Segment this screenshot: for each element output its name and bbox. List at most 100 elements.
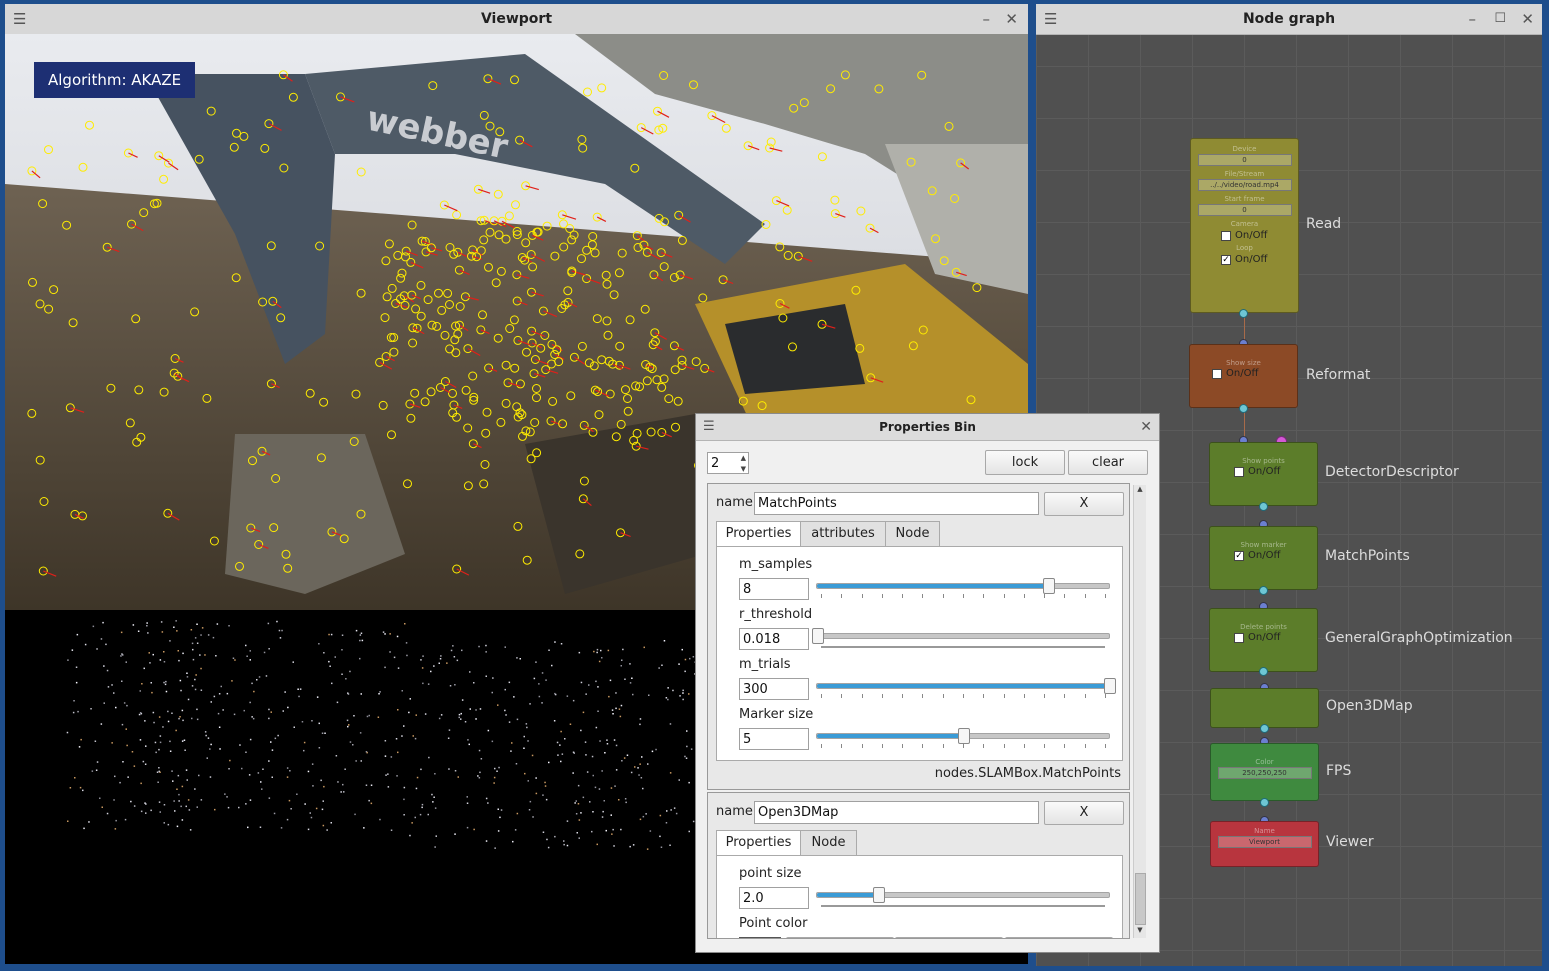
output-port[interactable] — [1239, 404, 1248, 413]
node-open3dmap[interactable] — [1210, 688, 1319, 728]
param-label: Show size — [1226, 359, 1261, 367]
tab-properties[interactable]: Properties — [716, 830, 801, 856]
node-graph-title: Node graph — [1242, 11, 1336, 27]
m-trials-slider[interactable] — [816, 678, 1116, 694]
output-port[interactable] — [1260, 798, 1269, 807]
node-detector-descriptor[interactable]: Show points On/Off — [1209, 442, 1318, 506]
remove-node-button[interactable]: X — [1044, 801, 1124, 825]
m-trials-input[interactable]: 300 — [739, 678, 809, 700]
checkmark-icon[interactable]: ✓ — [1234, 550, 1244, 561]
m-samples-slider[interactable] — [816, 578, 1110, 594]
color-field[interactable]: 250,250,250 — [1217, 767, 1312, 779]
show-size-checkbox[interactable]: On/Off — [1212, 368, 1297, 379]
properties-bin-window: ☰ Properties Bin ✕ 2 ▲ ▼ lock clear name … — [695, 413, 1160, 953]
param-label: Device — [1232, 145, 1257, 153]
output-port[interactable] — [1259, 586, 1268, 595]
param-label: Camera — [1230, 220, 1259, 228]
node-count-spinbox[interactable]: 2 ▲ ▼ — [707, 452, 749, 474]
output-port[interactable] — [1259, 667, 1268, 676]
scroll-up-icon[interactable]: ▲ — [1135, 485, 1145, 497]
tab-node[interactable]: Node — [800, 830, 857, 855]
properties-bin-titlebar[interactable]: ☰ Properties Bin ✕ — [696, 414, 1159, 441]
param-label: r_threshold — [739, 607, 813, 622]
slider-handle[interactable] — [873, 887, 886, 903]
point-size-slider[interactable] — [816, 887, 1110, 903]
node-label: DetectorDescriptor — [1325, 464, 1459, 480]
lock-button[interactable]: lock — [985, 450, 1065, 475]
param-label: Delete points — [1240, 623, 1287, 631]
checkbox-icon[interactable] — [1212, 368, 1222, 379]
loop-checkbox[interactable]: ✓ On/Off — [1221, 254, 1298, 265]
m-samples-input[interactable]: 8 — [739, 578, 809, 600]
param-label: Show points — [1242, 457, 1285, 465]
show-points-checkbox[interactable]: On/Off — [1234, 466, 1317, 477]
start-frame-field[interactable]: 0 — [1197, 204, 1292, 216]
viewer-name-field[interactable]: Viewport — [1217, 836, 1312, 848]
checkbox-icon[interactable] — [1234, 632, 1244, 643]
node-name-input[interactable]: MatchPoints — [754, 492, 1039, 515]
color-channel-field[interactable] — [786, 937, 894, 938]
close-icon[interactable]: ✕ — [1521, 4, 1534, 34]
checkbox-label: On/Off — [1226, 368, 1259, 379]
marker-size-input[interactable]: 5 — [739, 728, 809, 750]
node-match-points[interactable]: Show marker ✓ On/Off — [1209, 526, 1318, 590]
checkmark-icon[interactable]: ✓ — [1221, 254, 1231, 265]
viewport-titlebar[interactable]: ☰ Viewport – ✕ — [5, 4, 1028, 35]
color-channel-field[interactable] — [1005, 937, 1113, 938]
checkbox-icon[interactable] — [1221, 230, 1231, 241]
minimize-icon[interactable]: – — [983, 4, 991, 34]
color-channel-field[interactable] — [895, 937, 1003, 938]
clear-button[interactable]: clear — [1068, 450, 1148, 475]
device-field[interactable]: 0 — [1197, 154, 1292, 166]
close-icon[interactable]: ✕ — [1140, 414, 1152, 440]
delete-points-checkbox[interactable]: On/Off — [1234, 632, 1317, 643]
output-port[interactable] — [1260, 724, 1269, 733]
r-threshold-slider[interactable] — [812, 628, 1110, 644]
matchpoints-panel: name MatchPoints X Properties attributes… — [707, 483, 1130, 790]
checkbox-label: On/Off — [1235, 230, 1268, 241]
tab-node[interactable]: Node — [885, 521, 940, 546]
close-icon[interactable]: ✕ — [1005, 4, 1018, 34]
node-viewer[interactable]: Name Viewport — [1210, 821, 1319, 867]
minimize-icon[interactable]: – — [1469, 4, 1477, 34]
properties-scrollbar[interactable]: ▲ ▼ — [1133, 485, 1146, 938]
point-size-input[interactable]: 2.0 — [739, 887, 809, 909]
tab-attributes[interactable]: attributes — [800, 521, 886, 546]
node-read[interactable]: Device 0 File/Stream ../../video/road.mp… — [1190, 138, 1299, 313]
output-port[interactable] — [1259, 502, 1268, 511]
checkbox-label: On/Off — [1248, 466, 1281, 477]
scroll-down-icon[interactable]: ▼ — [1135, 926, 1145, 938]
slider-ticks — [821, 694, 1106, 700]
param-label: m_samples — [739, 557, 813, 572]
spin-arrows-icon[interactable]: ▲ ▼ — [741, 453, 746, 475]
param-label: Show marker — [1240, 541, 1287, 549]
node-reformat[interactable]: Show size On/Off — [1189, 344, 1298, 408]
r-threshold-input[interactable]: 0.018 — [739, 628, 809, 650]
output-port[interactable] — [1239, 309, 1248, 318]
slider-handle[interactable] — [812, 628, 824, 644]
remove-node-button[interactable]: X — [1044, 492, 1124, 516]
file-stream-field[interactable]: ../../video/road.mp4 — [1197, 179, 1292, 191]
node-name-input[interactable]: Open3DMap — [754, 801, 1039, 824]
properties-tab-body: point size 2.0 Point color — [716, 855, 1123, 938]
camera-checkbox[interactable]: On/Off — [1221, 230, 1298, 241]
node-label: Viewer — [1326, 834, 1374, 850]
point-color-swatch[interactable] — [739, 937, 781, 938]
maximize-icon[interactable]: ☐ — [1494, 4, 1506, 34]
tab-properties[interactable]: Properties — [716, 521, 801, 547]
scrollbar-thumb[interactable] — [1135, 873, 1146, 925]
checkbox-icon[interactable] — [1234, 466, 1244, 477]
show-marker-checkbox[interactable]: ✓ On/Off — [1234, 550, 1317, 561]
node-general-graph-optimization[interactable]: Delete points On/Off — [1209, 608, 1318, 672]
properties-bin-title: Properties Bin — [879, 420, 976, 434]
viewport-title: Viewport — [480, 11, 553, 27]
slider-handle[interactable] — [958, 728, 970, 744]
slider-handle[interactable] — [1042, 578, 1055, 594]
param-label: Name — [1254, 827, 1275, 835]
node-graph-titlebar[interactable]: ☰ Node graph – ☐ ✕ — [1036, 4, 1542, 35]
slider-ticks — [821, 744, 1106, 750]
node-fps[interactable]: Color 250,250,250 — [1210, 743, 1319, 801]
slider-handle[interactable] — [1104, 678, 1116, 694]
marker-size-slider[interactable] — [816, 728, 1110, 744]
param-label: m_trials — [739, 657, 791, 672]
